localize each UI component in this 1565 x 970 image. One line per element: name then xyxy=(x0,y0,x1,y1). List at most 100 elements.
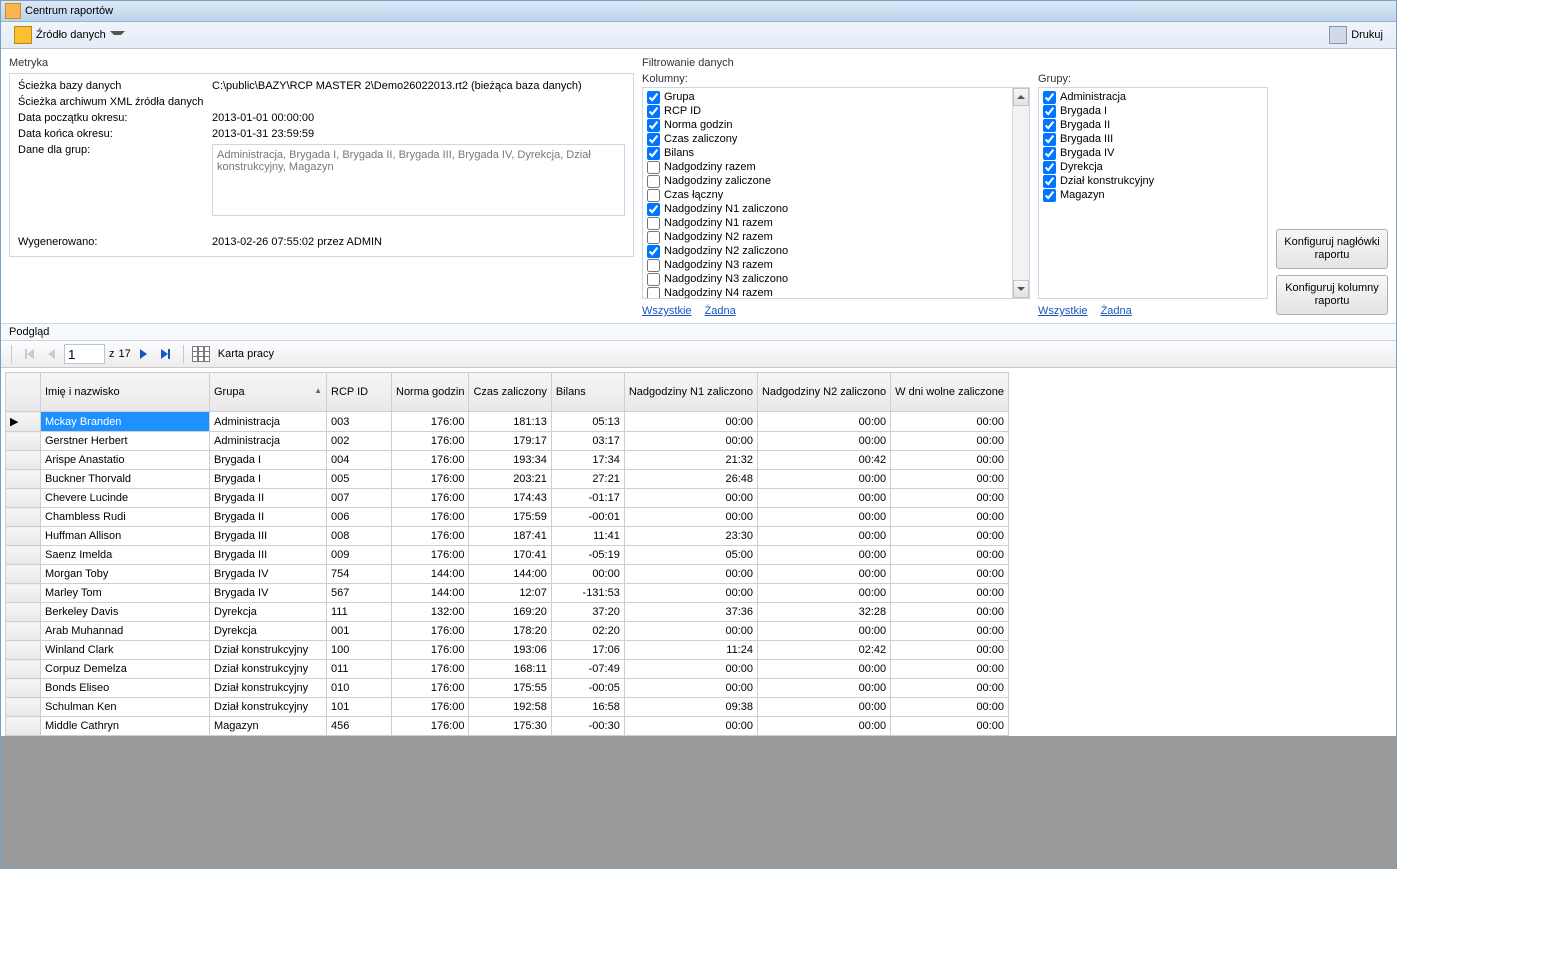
table-cell[interactable]: Brygada II xyxy=(210,489,327,508)
table-cell[interactable]: 100 xyxy=(327,641,392,660)
table-cell[interactable]: -05:19 xyxy=(551,546,624,565)
table-cell[interactable]: 37:20 xyxy=(551,603,624,622)
group-checkbox[interactable] xyxy=(1043,147,1056,160)
column-checkbox[interactable] xyxy=(647,217,660,230)
group-checkbox-item[interactable]: Brygada II xyxy=(1041,118,1265,132)
table-cell[interactable]: 00:00 xyxy=(891,641,1009,660)
table-cell[interactable]: 00:00 xyxy=(891,489,1009,508)
group-checkbox-item[interactable]: Brygada III xyxy=(1041,132,1265,146)
table-cell[interactable]: Dyrekcja xyxy=(210,603,327,622)
table-cell[interactable]: 132:00 xyxy=(392,603,469,622)
column-checkbox[interactable] xyxy=(647,189,660,202)
first-page-button[interactable] xyxy=(20,345,38,363)
table-cell[interactable]: 176:00 xyxy=(392,432,469,451)
table-cell[interactable]: Morgan Toby xyxy=(41,565,210,584)
column-checkbox[interactable] xyxy=(647,287,660,299)
table-cell[interactable]: 176:00 xyxy=(392,679,469,698)
column-checkbox-item[interactable]: Nadgodziny N3 zaliczono xyxy=(645,272,1010,286)
group-checkbox-item[interactable]: Administracja xyxy=(1041,90,1265,104)
table-cell[interactable]: 175:30 xyxy=(469,717,551,736)
table-row[interactable]: Chevere LucindeBrygada II007176:00174:43… xyxy=(6,489,1009,508)
column-checkbox[interactable] xyxy=(647,175,660,188)
table-cell[interactable]: 00:00 xyxy=(757,584,890,603)
table-cell[interactable]: 008 xyxy=(327,527,392,546)
table-cell[interactable]: 05:13 xyxy=(551,412,624,432)
column-header[interactable]: W dni wolne zaliczone xyxy=(891,373,1009,412)
column-checkbox[interactable] xyxy=(647,91,660,104)
table-cell[interactable]: 11:41 xyxy=(551,527,624,546)
group-checkbox-item[interactable]: Dyrekcja xyxy=(1041,160,1265,174)
table-cell[interactable]: 00:00 xyxy=(891,698,1009,717)
table-cell[interactable]: 00:00 xyxy=(551,565,624,584)
table-cell[interactable]: 144:00 xyxy=(469,565,551,584)
table-cell[interactable]: 00:00 xyxy=(757,432,890,451)
table-cell[interactable]: -07:49 xyxy=(551,660,624,679)
table-cell[interactable]: 002 xyxy=(327,432,392,451)
table-cell[interactable]: Berkeley Davis xyxy=(41,603,210,622)
scroll-up-button[interactable] xyxy=(1013,88,1029,106)
column-checkbox-item[interactable]: Nadgodziny N2 razem xyxy=(645,230,1010,244)
table-cell[interactable]: Arispe Anastatio xyxy=(41,451,210,470)
column-checkbox-item[interactable]: Norma godzin xyxy=(645,118,1010,132)
table-cell[interactable]: 09:38 xyxy=(624,698,757,717)
table-cell[interactable]: 009 xyxy=(327,546,392,565)
table-cell[interactable]: 02:42 xyxy=(757,641,890,660)
table-cell[interactable]: Schulman Ken xyxy=(41,698,210,717)
column-checkbox[interactable] xyxy=(647,203,660,216)
table-cell[interactable]: 00:42 xyxy=(757,451,890,470)
table-cell[interactable]: 101 xyxy=(327,698,392,717)
column-header[interactable]: Grupa▲ xyxy=(210,373,327,412)
table-cell[interactable]: 144:00 xyxy=(392,584,469,603)
column-header[interactable]: Nadgodziny N1 zaliczono xyxy=(624,373,757,412)
column-checkbox[interactable] xyxy=(647,147,660,160)
table-cell[interactable]: Huffman Allison xyxy=(41,527,210,546)
table-cell[interactable]: 111 xyxy=(327,603,392,622)
table-cell[interactable]: 00:00 xyxy=(891,584,1009,603)
table-cell[interactable]: 00:00 xyxy=(757,489,890,508)
table-cell[interactable]: Corpuz Demelza xyxy=(41,660,210,679)
table-row[interactable]: Middle CathrynMagazyn456176:00175:30-00:… xyxy=(6,717,1009,736)
column-header[interactable]: Norma godzin xyxy=(392,373,469,412)
table-row[interactable]: Arispe AnastatioBrygada I004176:00193:34… xyxy=(6,451,1009,470)
column-header[interactable]: Czas zaliczony xyxy=(469,373,551,412)
scroll-down-button[interactable] xyxy=(1013,280,1029,298)
column-checkbox[interactable] xyxy=(647,119,660,132)
table-cell[interactable]: 00:00 xyxy=(757,546,890,565)
table-cell[interactable]: 00:00 xyxy=(891,546,1009,565)
column-header[interactable]: Nadgodziny N2 zaliczono xyxy=(757,373,890,412)
table-cell[interactable]: Brygada I xyxy=(210,451,327,470)
table-cell[interactable]: 00:00 xyxy=(624,660,757,679)
table-cell[interactable]: 11:24 xyxy=(624,641,757,660)
table-cell[interactable]: 00:00 xyxy=(757,470,890,489)
table-cell[interactable]: 00:00 xyxy=(624,412,757,432)
table-cell[interactable]: Brygada III xyxy=(210,527,327,546)
table-cell[interactable]: Middle Cathryn xyxy=(41,717,210,736)
table-cell[interactable]: 001 xyxy=(327,622,392,641)
table-cell[interactable]: Chambless Rudi xyxy=(41,508,210,527)
columns-listbox[interactable]: GrupaRCP IDNorma godzinCzas zaliczonyBil… xyxy=(642,87,1030,299)
column-checkbox[interactable] xyxy=(647,245,660,258)
table-cell[interactable]: 32:28 xyxy=(757,603,890,622)
column-header[interactable]: RCP ID xyxy=(327,373,392,412)
table-cell[interactable]: 203:21 xyxy=(469,470,551,489)
table-cell[interactable]: 169:20 xyxy=(469,603,551,622)
table-cell[interactable]: 005 xyxy=(327,470,392,489)
karta-pracy-label[interactable]: Karta pracy xyxy=(218,348,274,360)
column-checkbox-item[interactable]: Grupa xyxy=(645,90,1010,104)
table-cell[interactable]: 176:00 xyxy=(392,622,469,641)
groups-listbox[interactable]: AdministracjaBrygada IBrygada IIBrygada … xyxy=(1038,87,1268,299)
groups-none-link[interactable]: Żadna xyxy=(1101,305,1132,317)
column-header[interactable]: Imię i nazwisko xyxy=(41,373,210,412)
table-cell[interactable]: Dział konstrukcyjny xyxy=(210,660,327,679)
table-cell[interactable]: 003 xyxy=(327,412,392,432)
table-cell[interactable]: 00:00 xyxy=(624,679,757,698)
group-checkbox[interactable] xyxy=(1043,133,1056,146)
column-checkbox[interactable] xyxy=(647,105,660,118)
table-cell[interactable]: 00:00 xyxy=(891,603,1009,622)
column-checkbox-item[interactable]: Nadgodziny N2 zaliczono xyxy=(645,244,1010,258)
table-cell[interactable]: Magazyn xyxy=(210,717,327,736)
column-checkbox[interactable] xyxy=(647,161,660,174)
table-cell[interactable]: 00:00 xyxy=(624,489,757,508)
group-checkbox-item[interactable]: Brygada IV xyxy=(1041,146,1265,160)
table-cell[interactable]: 00:00 xyxy=(891,470,1009,489)
